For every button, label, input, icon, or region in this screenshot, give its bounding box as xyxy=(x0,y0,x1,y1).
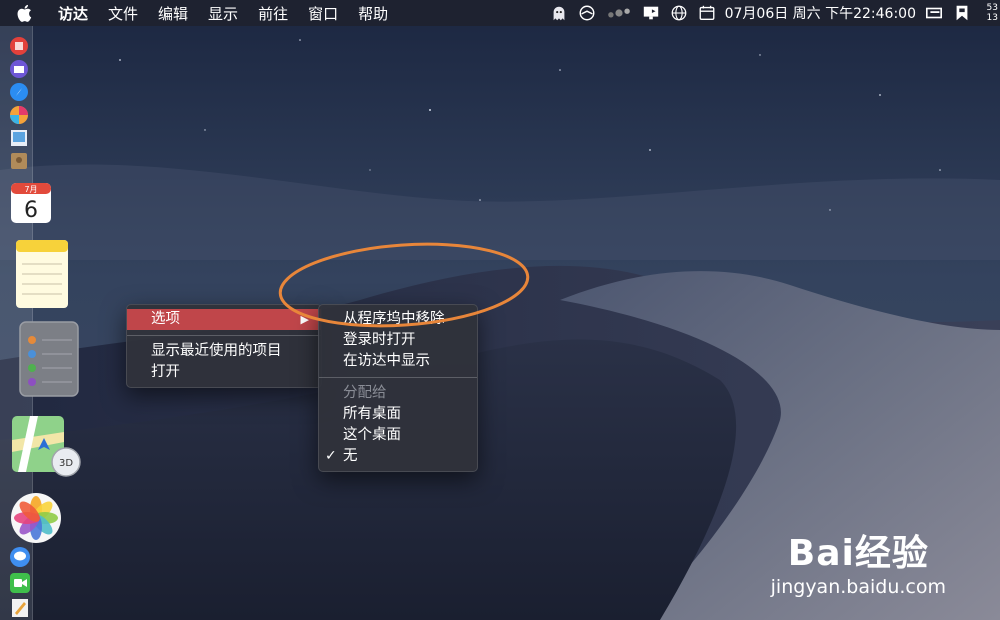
dock-context-menu: 选项 ▶ 显示最近使用的项目 打开 xyxy=(126,304,322,388)
menu-edit[interactable]: 编辑 xyxy=(158,3,188,24)
calendar-day: 6 xyxy=(24,198,38,223)
counter-bottom: 13 xyxy=(986,13,998,23)
watermark-brand: Bai经验 xyxy=(787,533,929,574)
menu-item-all-desktops[interactable]: 所有桌面 xyxy=(319,404,477,425)
menu-window[interactable]: 窗口 xyxy=(308,3,338,24)
menu-bar: 访达 文件 编辑 显示 前往 窗口 帮助 07月06日 周六 下午22:46:0… xyxy=(0,0,1000,26)
bookmark-icon[interactable] xyxy=(952,4,972,22)
options-submenu: 从程序坞中移除 登录时打开 在访达中显示 分配给 所有桌面 这个桌面 ✓ 无 xyxy=(318,304,478,472)
none-label: 无 xyxy=(343,448,358,464)
clock-sync-icon[interactable] xyxy=(577,4,597,22)
dock: 7月 6 3D xyxy=(0,26,81,620)
facetime-icon[interactable] xyxy=(9,572,31,594)
menu-item-show-in-finder[interactable]: 在访达中显示 xyxy=(319,351,477,372)
maps-3d-badge: 3D xyxy=(59,458,73,469)
menu-finder[interactable]: 访达 xyxy=(58,3,88,24)
menu-separator xyxy=(319,377,477,378)
baidu-watermark: Bai经验 jingyan.baidu.com xyxy=(771,524,946,598)
menu-view[interactable]: 显示 xyxy=(208,3,238,24)
contacts-icon[interactable] xyxy=(9,151,29,171)
safari-icon[interactable] xyxy=(9,82,29,102)
dock-app-red-icon[interactable] xyxy=(9,36,29,56)
photos-icon[interactable] xyxy=(8,490,64,546)
menu-file[interactable]: 文件 xyxy=(108,3,138,24)
submenu-arrow-icon: ▶ xyxy=(300,313,309,326)
messages-icon[interactable] xyxy=(9,546,31,568)
reminders-icon[interactable] xyxy=(14,318,86,400)
preview-icon[interactable] xyxy=(9,128,29,148)
checkmark-icon: ✓ xyxy=(325,448,337,464)
menu-item-show-recents[interactable]: 显示最近使用的项目 xyxy=(127,341,321,362)
menu-item-remove-from-dock[interactable]: 从程序坞中移除 xyxy=(319,309,477,330)
assign-to-header: 分配给 xyxy=(343,385,387,401)
menubar-clock[interactable]: 07月06日 周六 下午22:46:00 xyxy=(725,3,916,23)
calendar-month: 7月 xyxy=(24,185,37,194)
status-area: 07月06日 周六 下午22:46:00 53 13 xyxy=(549,0,1000,26)
menu-separator xyxy=(127,335,321,336)
color-wheel-icon[interactable] xyxy=(9,105,29,125)
menubar-counter: 53 13 xyxy=(980,3,998,23)
menu-go[interactable]: 前往 xyxy=(258,3,288,24)
maps-icon[interactable]: 3D xyxy=(8,410,88,484)
display-icon[interactable] xyxy=(641,4,661,22)
menu-item-options[interactable]: 选项 ▶ xyxy=(127,309,321,330)
calendar-app-icon[interactable]: 7月 6 xyxy=(8,180,54,226)
calendar-icon[interactable] xyxy=(697,4,717,22)
notes-icon[interactable] xyxy=(12,236,72,312)
menu-item-this-desktop[interactable]: 这个桌面 xyxy=(319,425,477,446)
globe-icon[interactable] xyxy=(669,4,689,22)
dots-icon[interactable] xyxy=(605,4,633,22)
ghost-icon[interactable] xyxy=(549,4,569,22)
counter-top: 53 xyxy=(986,3,998,13)
menu-item-open-at-login[interactable]: 登录时打开 xyxy=(319,330,477,351)
menu-item-open[interactable]: 打开 xyxy=(127,362,321,383)
menu-extra-icon[interactable] xyxy=(924,4,944,22)
apple-logo-icon[interactable] xyxy=(14,3,36,23)
options-label: 选项 xyxy=(151,311,180,327)
menu-help[interactable]: 帮助 xyxy=(358,3,388,24)
watermark-url: jingyan.baidu.com xyxy=(770,576,946,598)
dock-app-purple-icon[interactable] xyxy=(9,59,29,79)
textedit-icon[interactable] xyxy=(9,597,31,619)
menu-item-none[interactable]: ✓ 无 xyxy=(319,446,477,467)
